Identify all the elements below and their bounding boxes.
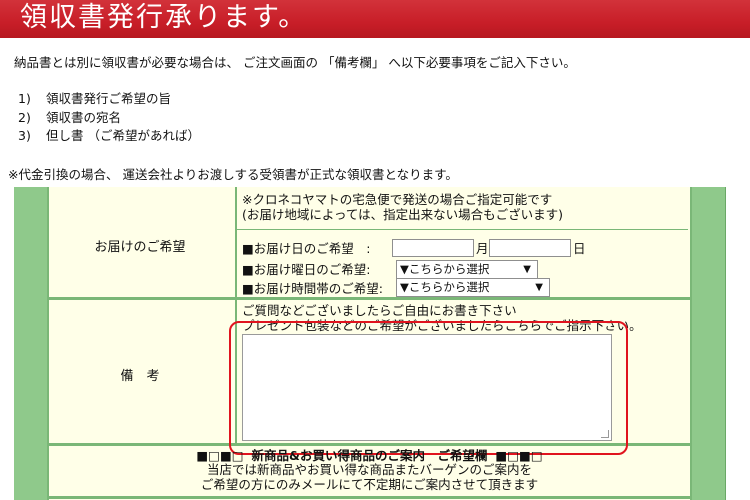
remarks-textarea[interactable]	[242, 334, 612, 441]
chevron-down-icon: ▼	[523, 264, 531, 275]
remarks-label: 備 考	[120, 369, 160, 384]
list-item: 3) 但し書 （ご希望があれば）	[18, 128, 200, 143]
intro-text: 納品書とは別に領収書が必要な場合は、 ご注文画面の 「備考欄」 へ以下必要事項を…	[14, 55, 576, 70]
weekday-select[interactable]: ▼こちらから選択 ▼	[396, 260, 538, 279]
day-unit: 日	[573, 241, 586, 256]
delivery-info-line2: (お届け地域によっては、指定出来ない場合もございます)	[242, 207, 564, 222]
cod-note: ※代金引換の場合、 運送会社よりお渡しする受領書が正式な領収書となります。	[8, 167, 458, 182]
delivery-month-input[interactable]	[392, 239, 474, 257]
page-title: 領収書発行承ります。	[20, 2, 308, 33]
promo-line1: 当店では新商品やお買い得な商品またバーゲンのご案内を	[206, 462, 532, 477]
delivery-date-label: ■お届け日のご希望 :	[242, 241, 371, 256]
remarks-help-line1: ご質問などございましたらご自由にお書き下さい	[242, 303, 517, 318]
row-divider	[47, 496, 692, 499]
list-item: 1) 領収書発行ご希望の旨	[18, 91, 172, 106]
time-select[interactable]: ▼こちらから選択 ▼	[396, 278, 550, 297]
row-divider	[47, 297, 692, 300]
list-item: 2) 領収書の宛名	[18, 109, 122, 125]
row-divider	[237, 229, 688, 230]
title-banner: 領収書発行承ります。	[0, 0, 750, 38]
resize-handle-icon[interactable]	[601, 430, 609, 438]
chevron-down-icon: ▼	[535, 282, 543, 293]
promo-heading: ■□■□ 新商品&お買い得商品のご案内 ご希望欄 ■□■□	[196, 448, 543, 463]
steps-list: 1) 領収書発行ご希望の旨 2) 領収書の宛名 3) 但し書 （ご希望があれば）	[18, 90, 200, 146]
delivery-weekday-label: ■お届け曜日のご希望:	[242, 262, 371, 277]
remarks-help-line2: プレゼント包装などのご希望がございましたらこちらでご指示下さい。	[242, 318, 642, 333]
delivery-day-input[interactable]	[489, 239, 571, 257]
delivery-info-line1: ※クロネコヤマトの宅急便で発送の場合ご指定可能です	[242, 192, 553, 207]
promo-line2: ご希望の方にのみメールにて不定期にご案内させて頂きます	[200, 477, 539, 492]
delivery-label: お届けのご希望	[94, 240, 186, 255]
delivery-time-label: ■お届け時間帯のご希望:	[242, 281, 384, 296]
row-divider	[47, 443, 692, 446]
column-divider	[235, 187, 237, 443]
month-unit: 月	[476, 241, 489, 256]
